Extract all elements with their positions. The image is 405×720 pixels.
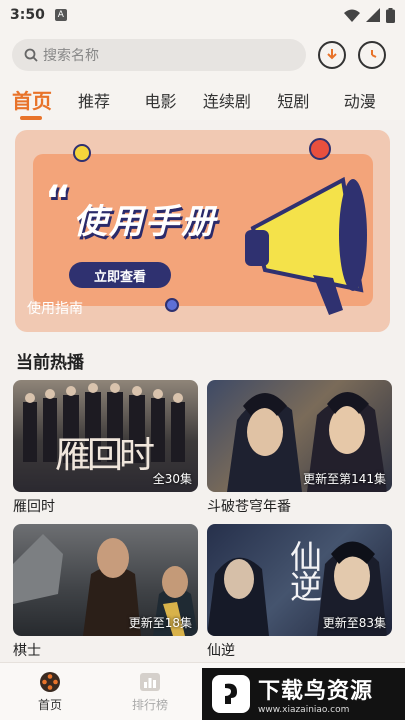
wifi-icon: [344, 9, 360, 22]
episode-badge: 更新至83集: [322, 616, 386, 630]
banner-quote-mark: “: [45, 178, 72, 224]
search-icon: [24, 48, 38, 62]
download-button[interactable]: [318, 41, 346, 69]
download-icon: [327, 49, 337, 60]
banner-yellow-dot: [73, 144, 91, 162]
guide-banner[interactable]: “ 使用手册 立即查看 使用指南: [15, 130, 390, 332]
tab-anime[interactable]: 动漫: [327, 88, 393, 120]
thumbnail-overlay-title: 仙逆: [285, 540, 323, 600]
megaphone-icon: [245, 176, 367, 315]
video-title[interactable]: 仙逆: [207, 640, 392, 660]
search-placeholder: 搜索名称: [43, 48, 99, 64]
status-time: 3:50: [10, 7, 45, 23]
tab-short-drama[interactable]: 短剧: [260, 88, 326, 120]
home-film-icon: [40, 672, 60, 692]
episode-badge: 全30集: [152, 472, 192, 486]
battery-icon: [386, 7, 395, 23]
chart-icon: [140, 673, 160, 691]
nav-home-label: 首页: [37, 698, 62, 712]
bird-logo-svg: [225, 683, 237, 704]
watermark-url: www.xiazainiao.com: [258, 705, 350, 715]
tab-series[interactable]: 连续剧: [194, 88, 260, 120]
banner-blue-dot: [165, 298, 179, 312]
tab-recommend[interactable]: 推荐: [61, 88, 127, 120]
category-tabs: 首页 推荐 电影 连续剧 短剧 动漫: [0, 74, 405, 120]
banner-title: 使用手册: [73, 202, 217, 242]
watermark-text: 下载鸟资源 www.xiazainiao.com: [258, 673, 373, 715]
thumbnail-overlay-title: 雁回时: [55, 435, 155, 476]
status-icons: [344, 7, 395, 23]
signal-icon: [366, 8, 380, 22]
video-thumbnail[interactable]: 雁回时 全30集: [13, 380, 198, 492]
video-title[interactable]: 斗破苍穹年番: [207, 496, 392, 516]
video-grid: 雁回时 全30集 雁回时 更新至第141集 斗破苍穹年番 更新至18集 棋士 仙…: [0, 374, 405, 660]
video-title[interactable]: 雁回时: [13, 496, 198, 516]
video-thumbnail[interactable]: 仙逆 更新至83集: [207, 524, 392, 636]
video-thumbnail[interactable]: 更新至第141集: [207, 380, 392, 492]
bird-logo-icon: [212, 675, 250, 713]
banner-red-dot: [309, 138, 331, 160]
tab-movies[interactable]: 电影: [127, 88, 193, 120]
tab-home[interactable]: 首页: [12, 85, 61, 120]
view-now-button[interactable]: 立即查看: [69, 262, 171, 288]
history-button[interactable]: [358, 41, 386, 69]
section-title-hot: 当前热播: [16, 353, 84, 373]
video-card-xianni[interactable]: 仙逆 更新至83集 仙逆: [207, 524, 392, 660]
video-card-yanhuishi[interactable]: 雁回时 全30集 雁回时: [13, 380, 198, 516]
status-bar: 3:50 A: [0, 0, 405, 30]
episode-badge: 更新至18集: [128, 616, 192, 630]
episode-badge: 更新至第141集: [303, 472, 386, 486]
site-watermark: 下载鸟资源 www.xiazainiao.com: [202, 668, 405, 720]
watermark-title: 下载鸟资源: [258, 679, 374, 704]
notification-a-icon: A: [54, 9, 67, 21]
video-title[interactable]: 棋士: [13, 640, 198, 660]
nav-ranking[interactable]: 排行榜: [100, 663, 200, 720]
nav-ranking-label: 排行榜: [131, 698, 168, 712]
video-card-qishi[interactable]: 更新至18集 棋士: [13, 524, 198, 660]
history-clock-icon: [371, 50, 377, 58]
search-row: 搜索名称: [0, 30, 405, 74]
video-thumbnail[interactable]: 更新至18集: [13, 524, 198, 636]
nav-home[interactable]: 首页: [0, 663, 100, 720]
video-card-doupo[interactable]: 更新至第141集 斗破苍穹年番: [207, 380, 392, 516]
search-input[interactable]: 搜索名称: [12, 39, 306, 71]
banner-caption: 使用指南: [27, 301, 83, 317]
